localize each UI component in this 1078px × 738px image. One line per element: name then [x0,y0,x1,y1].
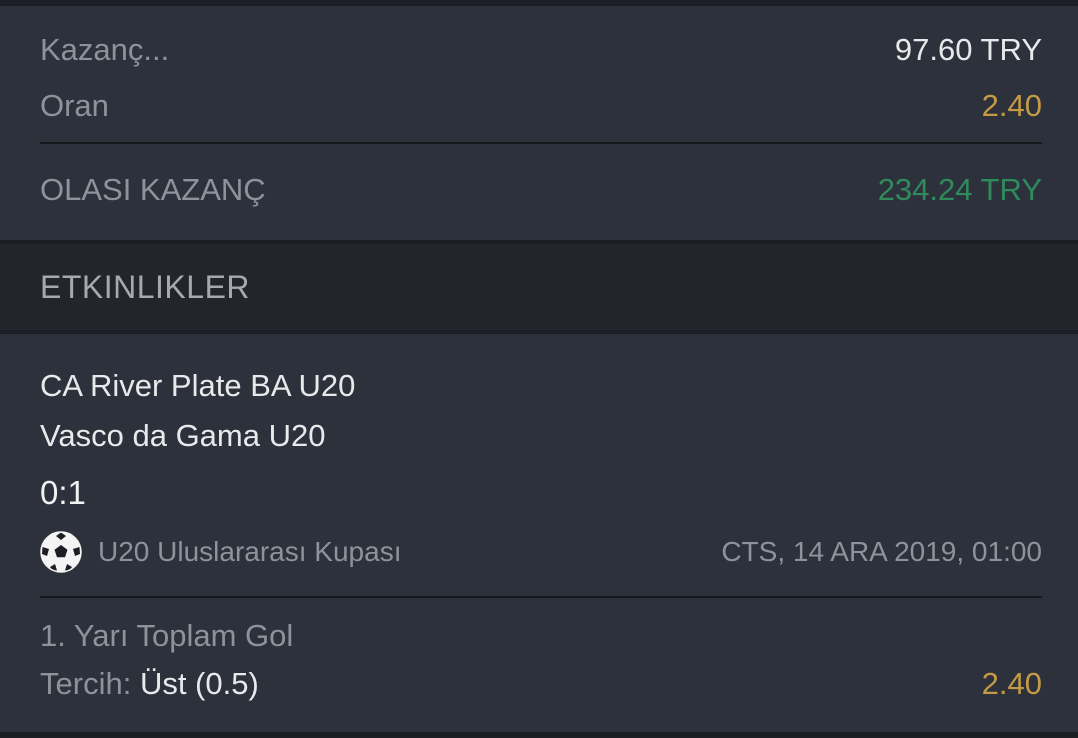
selection-value: Üst (0.5) [139,666,259,701]
potential-win-value: 234.24 TRY [877,172,1042,207]
potential-win-label: OLASI KAZANÇ [40,172,266,207]
bet-slip-page: Kazanç... 97.60 TRY Oran 2.40 OLASI KAZA… [0,0,1078,738]
bottom-edge [0,732,1078,738]
odds-value: 2.40 [981,88,1042,123]
soccer-ball-icon [40,531,82,573]
odds-row: Oran 2.40 [40,88,1042,124]
league-name: U20 Uluslararası Kupası [98,536,402,567]
event-datetime: CTS, 14 ARA 2019, 01:00 [721,536,1042,567]
selection-text: Tercih: Üst (0.5) [40,666,259,702]
stake-value: 97.60 TRY [894,32,1042,67]
home-team: CA River Plate BA U20 [40,368,356,403]
potential-win-row: OLASI KAZANÇ 234.24 TRY [40,172,1042,208]
event-divider [40,596,1042,598]
market-row: 1. Yarı Toplam Gol [40,618,1042,654]
selection-row: Tercih: Üst (0.5) 2.40 [40,666,1042,702]
market-name: 1. Yarı Toplam Gol [40,618,294,653]
away-team: Vasco da Gama U20 [40,418,326,453]
stake-label: Kazanç... [40,32,170,67]
events-section-title: ETKINLIKLER [40,269,251,305]
selection-odds: 2.40 [981,666,1042,701]
events-section-header: ETKINLIKLER [0,244,1078,330]
selection-label: Tercih: [40,666,132,701]
league-row: U20 Uluslararası Kupası CTS, 14 ARA 2019… [40,530,1042,574]
summary-divider [40,142,1042,144]
match-score: 0:1 [40,474,86,511]
bet-summary-panel: Kazanç... 97.60 TRY Oran 2.40 OLASI KAZA… [0,6,1078,240]
stake-row: Kazanç... 97.60 TRY [40,32,1042,68]
event-card[interactable]: CA River Plate BA U20 Vasco da Gama U20 … [0,334,1078,732]
odds-label: Oran [40,88,109,123]
